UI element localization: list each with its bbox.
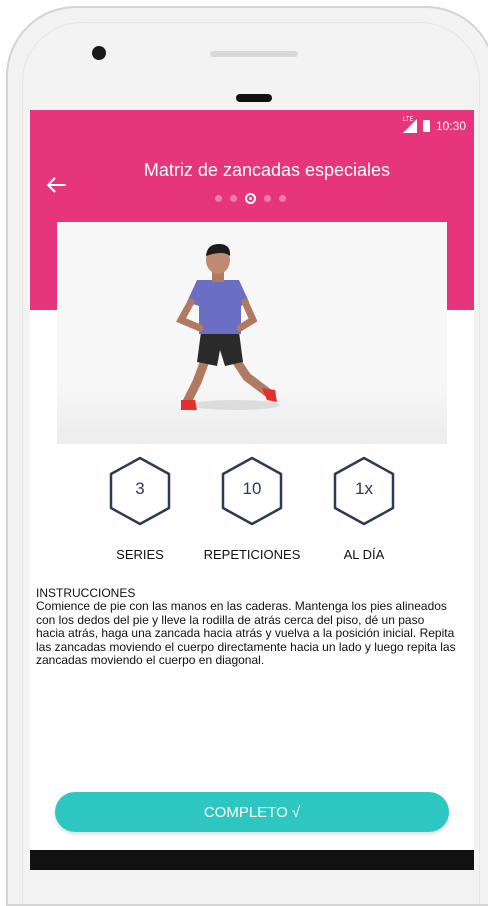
arrow-left-icon (47, 177, 66, 193)
pager-dot-active[interactable] (245, 193, 256, 204)
signal-icon: LTE (402, 117, 417, 133)
pager-dot[interactable] (215, 195, 222, 202)
proximity-sensor (236, 94, 272, 102)
instructions-heading: INSTRUCCIONES (36, 586, 136, 600)
athlete-figure (176, 244, 280, 410)
hexagon-badge: 10 (220, 455, 284, 527)
front-camera (92, 46, 106, 60)
hexagon-badge: 3 (108, 455, 172, 527)
exercise-video[interactable] (57, 222, 447, 444)
pager-dots (215, 193, 286, 204)
battery-icon (422, 120, 430, 132)
pager-dot[interactable] (279, 195, 286, 202)
status-time: 10:30 (435, 119, 466, 133)
series-label: SERIES (116, 547, 164, 562)
earpiece-speaker (210, 51, 298, 57)
repetitions-label: REPETICIONES (203, 547, 301, 562)
status-bar: LTE 10:30 (402, 116, 466, 136)
pager-dot[interactable] (264, 195, 271, 202)
repetitions-value: 10 (242, 479, 262, 498)
exercise-stats: 3 SERIES 10 REPETICIONES 1x AL DÍA (30, 455, 474, 565)
stat-series: 3 SERIES (80, 455, 200, 562)
complete-button[interactable]: COMPLETO √ (55, 792, 449, 832)
system-nav-bar (30, 850, 474, 870)
page-title: Matriz de zancadas especiales (143, 160, 391, 180)
back-button[interactable] (42, 170, 72, 200)
app-screen: LTE 10:30 Matriz de zancadas especiales (30, 110, 474, 870)
network-type: LTE (402, 117, 414, 123)
per-day-label: AL DÍA (343, 547, 385, 562)
instructions-text: Comience de pie con las manos en las cad… (36, 599, 456, 668)
stat-repetitions: 10 REPETICIONES (192, 455, 312, 562)
hexagon-badge: 1x (332, 455, 396, 527)
series-value: 3 (135, 479, 145, 498)
stat-per-day: 1x AL DÍA (304, 455, 424, 562)
per-day-value: 1x (355, 479, 373, 498)
instructions-block: INSTRUCCIONES Comience de pie con las ma… (36, 586, 456, 668)
pager-dot[interactable] (230, 195, 237, 202)
